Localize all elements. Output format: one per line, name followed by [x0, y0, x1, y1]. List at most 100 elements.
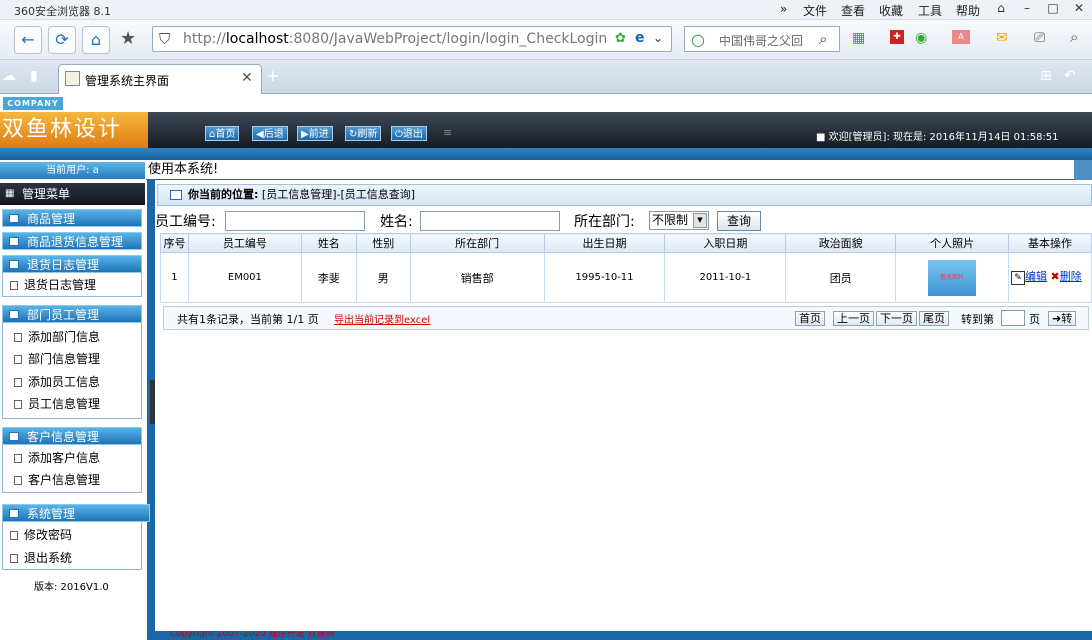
search-icon[interactable]: ⌕ — [819, 30, 827, 48]
sidebar-item-dept-manage[interactable]: 部门信息管理 — [14, 350, 100, 368]
toolbar-back-button[interactable]: ◀后退 — [252, 126, 288, 141]
doc-icon — [14, 476, 22, 485]
cell-gender: 男 — [355, 252, 411, 303]
search-engine-icon[interactable]: ○ — [691, 30, 705, 49]
cell-index: 1 — [160, 252, 189, 303]
page-unit-label: 页 — [1029, 313, 1040, 326]
refresh-icon[interactable]: ⟳ — [48, 26, 76, 54]
th-emp-no: 员工编号 — [187, 233, 302, 253]
sidebar-toggle-icon[interactable]: ▮ — [30, 68, 38, 84]
sidebar-item-add-dept[interactable]: 添加部门信息 — [14, 328, 100, 346]
toolbar-refresh-button[interactable]: ↻刷新 — [345, 126, 382, 141]
menu-file[interactable]: 文件 — [803, 2, 827, 19]
menu-grid-icon: ▦ — [5, 188, 15, 199]
dept-select[interactable]: 不限制 ▼ — [649, 211, 709, 230]
sidebar-item-add-customer[interactable]: 添加客户信息 — [14, 449, 100, 467]
edit-link[interactable]: 编辑 — [1025, 270, 1047, 283]
home-icon[interactable]: ⌂ — [82, 26, 110, 54]
address-dropdown-icon[interactable]: ⌄ — [653, 31, 663, 45]
menu-tools[interactable]: 工具 — [918, 2, 942, 19]
sidebar-item-logout[interactable]: 退出系统 — [10, 549, 72, 567]
employee-table: 序号 员工编号 姓名 性别 所在部门 出生日期 入职日期 政治面貌 个人照片 基… — [160, 233, 1092, 303]
security-icon[interactable]: ◉ — [915, 30, 927, 46]
location-icon — [170, 190, 182, 200]
pdf-icon[interactable]: A — [952, 30, 970, 44]
page-icon — [65, 71, 80, 86]
last-page-button[interactable]: 尾页 — [919, 311, 949, 326]
group-system[interactable]: 系统管理 — [2, 504, 150, 522]
close-window-icon[interactable]: ✕ — [1068, 1, 1090, 17]
menu-help[interactable]: 帮助 — [956, 2, 980, 19]
ie-mode-icon[interactable]: e — [635, 30, 645, 46]
dept-label: 所在部门: — [574, 214, 635, 230]
plugin-icon[interactable]: ✚ — [890, 30, 904, 44]
tab-close-icon[interactable]: ✕ — [241, 70, 253, 86]
maximize-icon[interactable]: □ — [1042, 1, 1064, 17]
sidebar-item-customer-manage[interactable]: 客户信息管理 — [14, 471, 100, 489]
query-button[interactable]: 查询 — [717, 211, 761, 231]
go-button[interactable]: ➜转 — [1048, 311, 1077, 326]
search-box[interactable]: ○ 中国伟哥之父回 ⌕ — [684, 26, 840, 52]
menu-title: ▦ 管理菜单 — [0, 183, 145, 205]
cloud-icon[interactable]: ☁ — [2, 68, 16, 84]
emp-no-input[interactable] — [225, 211, 365, 231]
sidebar-item-change-password[interactable]: 修改密码 — [10, 526, 72, 544]
th-politics: 政治面貌 — [785, 233, 897, 253]
name-label: 姓名: — [380, 214, 413, 230]
main-area — [155, 160, 1092, 640]
th-dept: 所在部门 — [409, 233, 545, 253]
edit-icon[interactable]: ✎ — [1011, 271, 1026, 285]
first-page-button[interactable]: 首页 — [795, 311, 825, 326]
group-dept-staff[interactable]: 部门员工管理 — [2, 305, 142, 323]
skin-icon[interactable]: ⌂ — [990, 1, 1012, 17]
sidebar-item-add-employee[interactable]: 添加员工信息 — [14, 373, 100, 391]
jump-page-input[interactable] — [1001, 310, 1025, 326]
zoom-icon[interactable]: ⌕ — [1070, 28, 1078, 46]
group-icon — [9, 509, 19, 518]
menu-view[interactable]: 查看 — [841, 2, 865, 19]
menu-favorites[interactable]: 收藏 — [879, 2, 903, 19]
version-text: 版本: 2016V1.0 — [34, 582, 109, 593]
apps-icon[interactable]: ▦ — [852, 30, 865, 46]
address-bar[interactable]: ⛉ http://localhost:8080/JavaWebProject/l… — [152, 26, 672, 52]
tab-list-icon[interactable]: ⊞ — [1040, 68, 1052, 84]
group-goods[interactable]: 商品管理 — [2, 209, 142, 227]
delete-link[interactable]: 删除 — [1060, 270, 1082, 283]
screenshot-icon[interactable]: ⎚ — [1034, 30, 1045, 46]
toolbar-forward-button[interactable]: ▶前进 — [297, 126, 333, 141]
name-input[interactable] — [420, 211, 560, 231]
cell-name: 李斐 — [300, 252, 357, 303]
back-icon[interactable]: ← — [14, 26, 42, 54]
group-customer[interactable]: 客户信息管理 — [2, 427, 142, 445]
tab-main[interactable]: 管理系统主界面 ✕ — [58, 64, 262, 94]
new-tab-icon[interactable]: + — [262, 66, 284, 90]
export-excel-link[interactable]: 导出当前记录到excel — [334, 311, 430, 326]
company-badge: COMPANY — [3, 97, 63, 110]
undo-close-icon[interactable]: ↶ — [1064, 68, 1076, 84]
cell-dept: 销售部 — [409, 252, 545, 303]
welcome-text: ■ 欢迎[管理员]: 现在是: 2016年11月14日 01:58:51 — [816, 132, 1059, 143]
mail-icon[interactable]: ✉ — [996, 30, 1008, 46]
sidebar-item-return-log[interactable]: 退货日志管理 — [10, 276, 96, 294]
menu-overflow-icon[interactable]: » — [780, 2, 787, 16]
favorite-star-icon[interactable]: ★ — [120, 28, 136, 49]
minimize-icon[interactable]: – — [1016, 1, 1038, 17]
photo-thumbnail[interactable]: 暂无图片 — [928, 259, 977, 296]
group-icon — [9, 310, 19, 319]
toolbar-home-button[interactable]: ⌂首页 — [205, 126, 240, 141]
jump-label: 转到第 — [961, 313, 994, 326]
toolbar-logout-button[interactable]: ⏻退出 — [391, 126, 427, 141]
doc-icon — [14, 333, 22, 342]
sidebar-item-employee-manage[interactable]: 员工信息管理 — [14, 395, 100, 413]
group-returns[interactable]: 商品退货信息管理 — [2, 232, 142, 250]
tab-label: 管理系统主界面 — [85, 74, 170, 88]
delete-icon[interactable]: ✖ — [1051, 270, 1060, 283]
th-name: 姓名 — [300, 233, 357, 253]
chevron-down-icon: ▼ — [693, 213, 707, 228]
next-page-button[interactable]: 下一页 — [876, 311, 917, 326]
speed-icon[interactable]: ✿ — [615, 31, 626, 46]
toolbar-menu-icon[interactable]: ≡ — [443, 126, 452, 139]
group-return-log[interactable]: 退货日志管理 — [2, 255, 142, 273]
prev-page-button[interactable]: 上一页 — [833, 311, 874, 326]
th-index: 序号 — [160, 233, 189, 253]
